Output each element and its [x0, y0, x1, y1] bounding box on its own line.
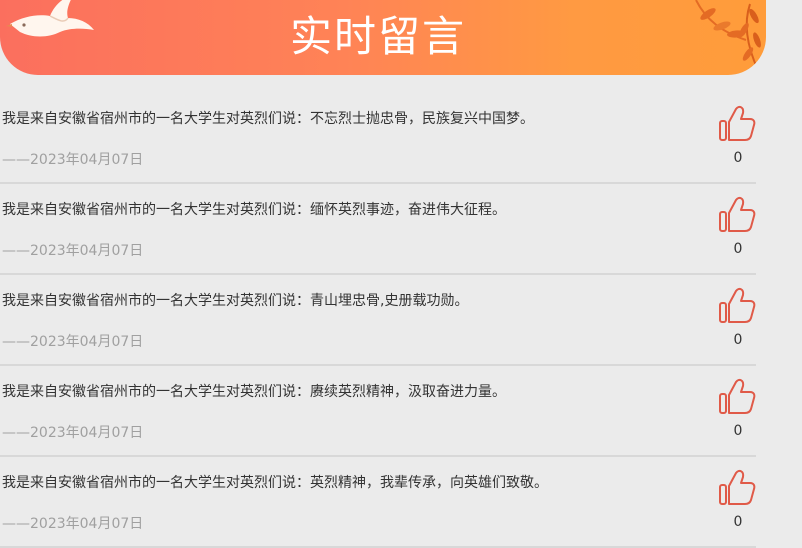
like-button[interactable]: 0 [716, 468, 760, 530]
message-date: ——2023年04月07日 [2, 334, 144, 350]
like-count: 0 [733, 241, 743, 257]
message-text: 我是来自安徽省宿州市的一名大学生对英烈们说：缅怀英烈事迹，奋进伟大征程。 [2, 202, 506, 218]
list-item: 我是来自安徽省宿州市的一名大学生对英烈们说：赓续英烈精神，汲取奋进力量。 ——2… [0, 366, 756, 457]
like-button[interactable]: 0 [716, 104, 760, 166]
like-count: 0 [733, 332, 743, 348]
list-item: 我是来自安徽省宿州市的一名大学生对英烈们说：英烈精神，我辈传承，向英雄们致敬。 … [0, 457, 756, 548]
thumbs-up-icon[interactable] [718, 468, 756, 506]
thumbs-up-icon[interactable] [718, 104, 756, 142]
message-date: ——2023年04月07日 [2, 516, 144, 532]
list-item: 我是来自安徽省宿州市的一名大学生对英烈们说：缅怀英烈事迹，奋进伟大征程。 ——2… [0, 184, 756, 275]
list-item: 我是来自安徽省宿州市的一名大学生对英烈们说：不忘烈士抛忠骨，民族复兴中国梦。 —… [0, 93, 756, 184]
header-banner: 实时留言 [0, 0, 766, 75]
thumbs-up-icon[interactable] [718, 377, 756, 415]
message-text: 我是来自安徽省宿州市的一名大学生对英烈们说：青山埋忠骨,史册载功勋。 [2, 293, 469, 309]
like-button[interactable]: 0 [716, 195, 760, 257]
list-item: 我是来自安徽省宿州市的一名大学生对英烈们说：青山埋忠骨,史册载功勋。 ——202… [0, 275, 756, 366]
message-list: 我是来自安徽省宿州市的一名大学生对英烈们说：不忘烈士抛忠骨，民族复兴中国梦。 —… [0, 93, 756, 548]
thumbs-up-icon[interactable] [718, 195, 756, 233]
like-button[interactable]: 0 [716, 377, 760, 439]
message-date: ——2023年04月07日 [2, 152, 144, 168]
like-count: 0 [733, 514, 743, 530]
like-count: 0 [733, 150, 743, 166]
message-text: 我是来自安徽省宿州市的一名大学生对英烈们说：英烈精神，我辈传承，向英雄们致敬。 [2, 475, 548, 491]
page-title: 实时留言 [289, 12, 466, 61]
message-date: ——2023年04月07日 [2, 425, 144, 441]
like-button[interactable]: 0 [716, 286, 760, 348]
message-date: ——2023年04月07日 [2, 243, 144, 259]
like-count: 0 [733, 423, 743, 439]
message-text: 我是来自安徽省宿州市的一名大学生对英烈们说：赓续英烈精神，汲取奋进力量。 [2, 384, 506, 400]
message-text: 我是来自安徽省宿州市的一名大学生对英烈们说：不忘烈士抛忠骨，民族复兴中国梦。 [2, 111, 534, 127]
thumbs-up-icon[interactable] [718, 286, 756, 324]
